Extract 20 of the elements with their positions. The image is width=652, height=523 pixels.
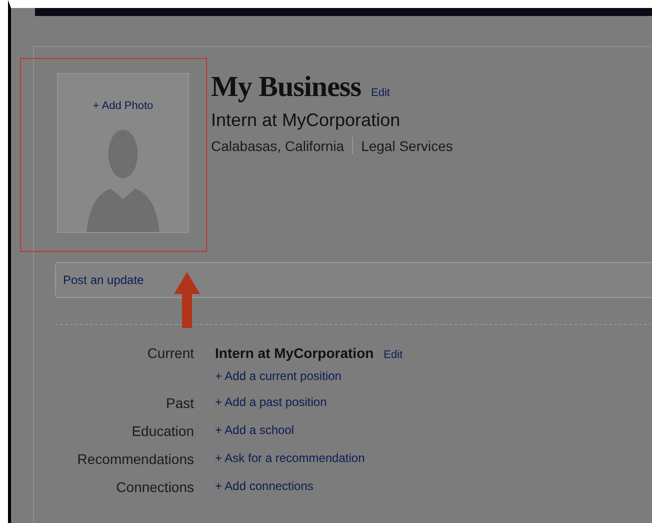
profile-name: My Business <box>211 71 362 104</box>
industry-text: Legal Services <box>361 138 453 154</box>
add-link[interactable]: + Add connections <box>215 479 314 493</box>
add-link[interactable]: + Ask for a recommendation <box>215 451 365 465</box>
add-link[interactable]: + Add a current position <box>215 369 342 383</box>
section-label: Recommendations <box>76 451 194 467</box>
add-link[interactable]: + Add a school <box>215 423 294 437</box>
section-label: Education <box>130 423 194 439</box>
section-label: Past <box>164 395 194 411</box>
position-title: Intern at MyCorporation <box>215 345 374 361</box>
section-label: Current <box>146 345 194 363</box>
edit-link[interactable]: Edit <box>384 349 403 361</box>
post-update-field[interactable]: Post an update <box>55 262 652 298</box>
add-link[interactable]: + Add a past position <box>215 395 327 409</box>
section-label: Connections <box>115 479 194 495</box>
location-text: Calabasas, California <box>211 138 344 154</box>
arrow-icon <box>174 272 200 328</box>
edit-link[interactable]: Edit <box>371 87 390 99</box>
add-photo-link[interactable]: + Add Photo <box>92 100 154 112</box>
profile-headline: Intern at MyCorporation <box>211 110 402 131</box>
